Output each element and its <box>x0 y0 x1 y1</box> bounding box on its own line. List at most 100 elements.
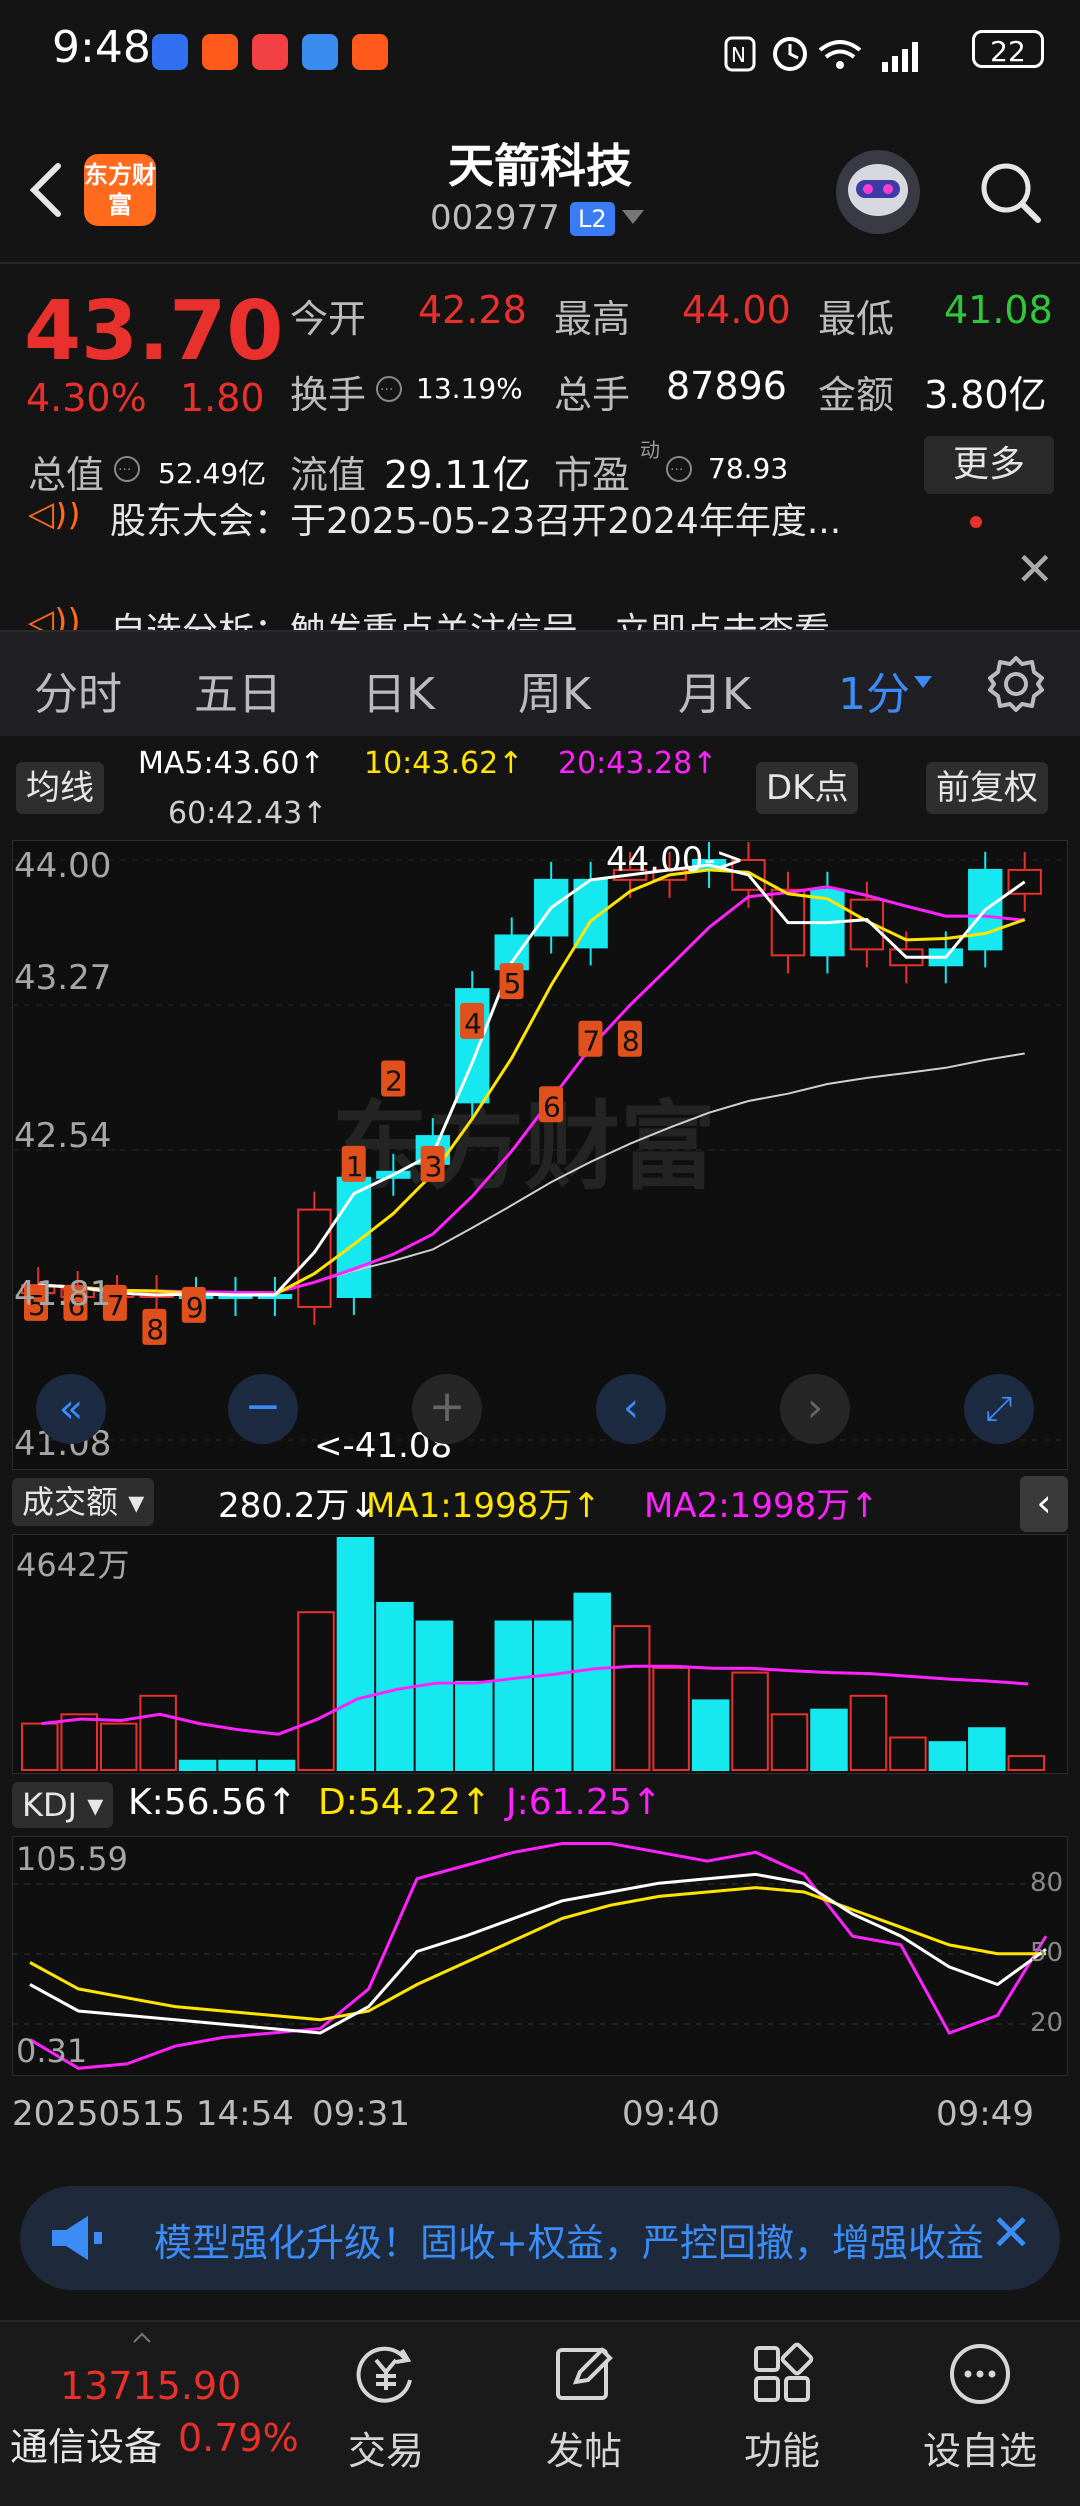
scroll-left-button[interactable]: ‹ <box>596 1374 666 1444</box>
dk-point-toggle[interactable]: DK点 <box>756 762 859 814</box>
fullscreen-icon[interactable]: ⤢ <box>964 1374 1034 1444</box>
td-label: 2 <box>385 1064 403 1097</box>
volume-bar <box>218 1759 256 1772</box>
kdj-level-label: 80 <box>1030 1868 1064 1898</box>
info-icon[interactable]: ··· <box>112 454 142 484</box>
tab-daily-k[interactable]: 日K <box>362 658 435 722</box>
level2-badge[interactable]: L2 <box>570 202 615 236</box>
time-axis: 20250515 14:54 09:31 09:40 09:49 <box>12 2076 1068 2166</box>
volume-value: 87896 <box>666 364 787 408</box>
td-label: 4 <box>464 1007 482 1040</box>
kdj-indicator-bar: KDJ ▾ K:56.56↑ D:54.22↑ J:61.25↑ <box>0 1778 1080 1834</box>
pe-dynamic-mark: 动 <box>640 438 660 462</box>
kdj-selector-label: KDJ <box>22 1786 78 1824</box>
kline-chart[interactable]: 东方财富 1234567856789 44.00 43.27 42.54 41.… <box>12 840 1068 1470</box>
volume-bar <box>731 1671 769 1771</box>
low-label: 最低 <box>818 297 895 341</box>
stock-header: 东方财富 天箭科技 002977 L2 <box>0 110 1080 260</box>
ma-selector[interactable]: 均线 <box>16 762 104 814</box>
news-ticker[interactable]: ◁)) 股东大会：于2025-05-23召开2024年年度... ✕ ◁)) 自… <box>0 502 1080 630</box>
kdj-chart[interactable]: 105.59 0.31 80 50 20 <box>12 1836 1068 2076</box>
trade-yen-icon <box>356 2346 412 2403</box>
promo-banner[interactable]: 模型强化升级！固收+权益，严控回撤，增强收益 ✕ <box>20 2186 1060 2290</box>
kdj-k: K:56.56↑ <box>128 1782 297 1823</box>
volume-max-label: 4642万 <box>16 1546 130 1584</box>
tab-intraday[interactable]: 分时 <box>34 658 122 722</box>
volume-bar <box>257 1759 296 1772</box>
volume-label: 总手 <box>554 373 631 417</box>
time-axis-tick: 09:49 <box>936 2094 1034 2134</box>
scroll-start-button[interactable]: « <box>36 1374 106 1444</box>
volume-selector-label: 成交额 <box>22 1483 119 1521</box>
ma-indicator-bar: 均线 MA5:43.60↑ 10:43.62↑ 20:43.28↑ 60:42.… <box>0 740 1080 840</box>
speaker-icon <box>52 2216 102 2260</box>
y-axis-label: 41.81 <box>14 1274 112 1314</box>
volume-bar <box>336 1537 375 1771</box>
more-button[interactable]: 更多 <box>924 436 1054 494</box>
volume-selector[interactable]: 成交额 ▾ <box>12 1478 155 1526</box>
search-icon[interactable] <box>976 158 1044 226</box>
volume-bar <box>652 1666 690 1771</box>
time-axis-tick: 09:40 <box>622 2094 720 2134</box>
close-icon[interactable]: ✕ <box>1015 542 1054 596</box>
volume-bar <box>573 1592 611 1772</box>
period-tabs: 分时 五日 日K 周K 月K 1分 <box>0 630 1080 736</box>
y-axis-label: 42.54 <box>14 1116 112 1156</box>
banner-text[interactable]: 模型强化升级！固收+权益，严控回撤，增强收益 <box>154 2212 984 2267</box>
news-headline[interactable]: 自选分析：触发重点关注信号，立即点击查看 <box>110 602 830 630</box>
nav-add-watchlist[interactable]: 设自选 <box>890 2340 1070 2475</box>
zoom-out-button[interactable]: − <box>228 1374 298 1444</box>
info-icon[interactable]: ··· <box>664 454 694 484</box>
assistant-robot-avatar[interactable] <box>836 150 920 234</box>
tab-one-minute[interactable]: 1分 <box>838 658 910 722</box>
news-headline[interactable]: 股东大会：于2025-05-23召开2024年年度... <box>110 502 841 544</box>
float-value-label: 流值 <box>290 453 367 497</box>
nav-trade[interactable]: 交易 <box>296 2340 476 2475</box>
high-label: 最高 <box>554 297 631 341</box>
gear-icon[interactable] <box>986 654 1046 714</box>
total-value-label: 总值 <box>28 453 105 497</box>
kdj-j-line <box>29 1842 1048 2070</box>
megaphone-icon: ◁)) <box>28 502 81 534</box>
volume-ma2: MA2:1998万↑ <box>644 1486 879 1526</box>
high-marker: 44.00-> <box>606 840 745 880</box>
dropdown-triangle-icon[interactable] <box>622 210 644 226</box>
system-status-icons: N <box>724 36 918 72</box>
volume-bar <box>139 1694 177 1771</box>
volume-bar <box>178 1759 217 1772</box>
edit-post-icon <box>556 2347 613 2400</box>
nav-functions[interactable]: 功能 <box>692 2340 872 2475</box>
volume-bar <box>21 1722 59 1772</box>
info-icon[interactable]: ··· <box>374 374 404 404</box>
tab-weekly-k[interactable]: 周K <box>518 658 591 722</box>
kdj-selector[interactable]: KDJ ▾ <box>12 1782 114 1828</box>
volume-current: 280.2万↓ <box>218 1486 378 1526</box>
dk-point-label: DK点 <box>766 768 849 808</box>
nav-post[interactable]: 发帖 <box>494 2340 674 2475</box>
close-icon[interactable]: ✕ <box>990 2204 1032 2262</box>
more-dots-icon <box>950 2344 1010 2404</box>
td-label: 9 <box>186 1291 204 1324</box>
dropdown-triangle-icon[interactable] <box>914 676 932 690</box>
scroll-right-button[interactable]: › <box>780 1374 850 1444</box>
kdj-min-label: 0.31 <box>16 2032 88 2070</box>
adjust-toggle[interactable]: 前复权 <box>926 762 1048 814</box>
tab-monthly-k[interactable]: 月K <box>678 658 751 722</box>
turnover-value: 13.19% <box>416 372 523 405</box>
weather-icon <box>302 34 338 70</box>
svg-text:N: N <box>731 43 746 67</box>
open-label: 今开 <box>290 297 367 341</box>
kdj-max-label: 105.59 <box>16 1840 128 1878</box>
volume-chart[interactable]: 4642万 <box>12 1534 1068 1774</box>
total-value: 52.49亿 <box>158 457 267 490</box>
y-axis-label: 43.27 <box>14 958 112 998</box>
zoom-in-button[interactable]: + <box>412 1374 482 1444</box>
volume-indicator-bar: 成交额 ▾ 280.2万↓ MA1:1998万↑ MA2:1998万↑ ‹ <box>0 1472 1080 1534</box>
collapse-panel-icon[interactable]: ‹ <box>1020 1476 1068 1532</box>
ma5-value: MA5:43.60↑ <box>138 746 325 781</box>
change-amount: 1.80 <box>180 376 265 420</box>
stock-code[interactable]: 002977 <box>430 198 560 238</box>
candle <box>297 1208 332 1308</box>
tab-five-day[interactable]: 五日 <box>194 658 282 722</box>
td-label: 5 <box>504 967 522 1000</box>
